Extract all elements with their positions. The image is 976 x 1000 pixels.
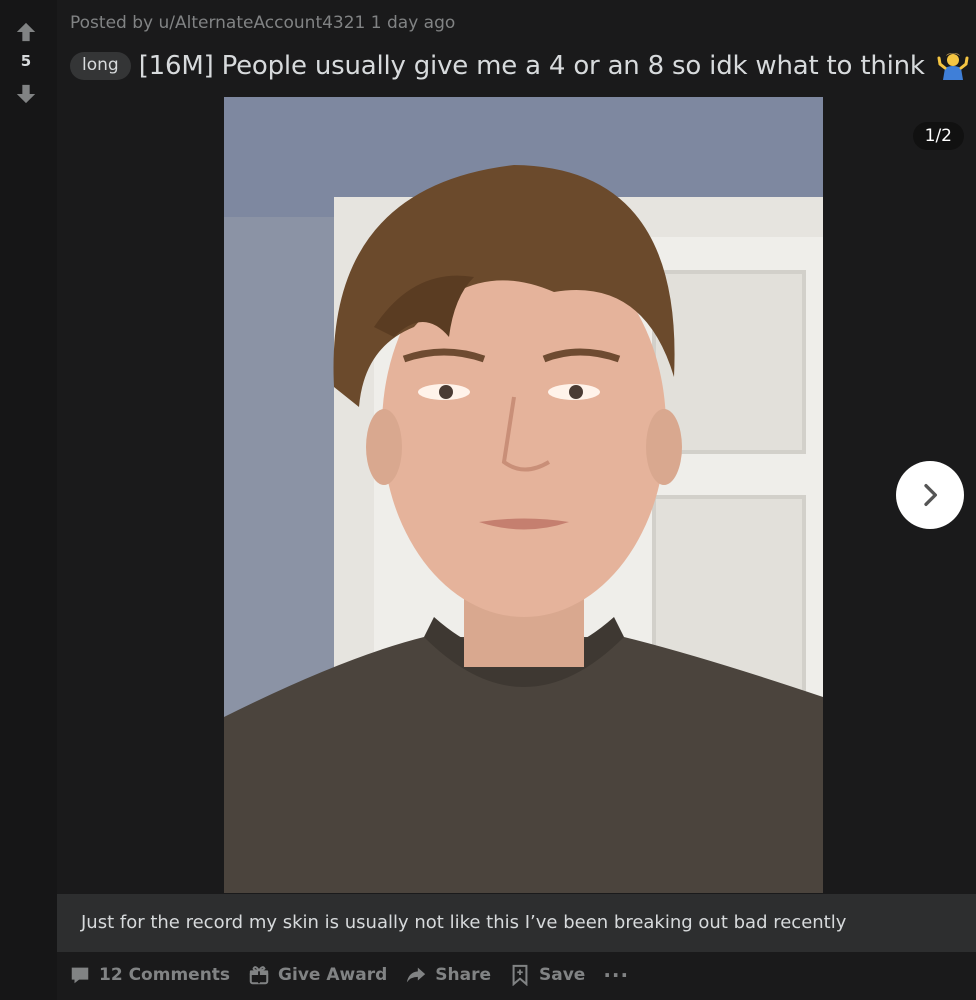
image-caption-bar: Just for the record my skin is usually n…: [57, 894, 976, 952]
comment-icon: [71, 967, 89, 984]
post-title[interactable]: [16M] People usually give me a 4 or an 8…: [139, 51, 925, 81]
downvote-icon[interactable]: [14, 82, 38, 106]
gift-icon: [249, 966, 269, 985]
image-caption: Just for the record my skin is usually n…: [81, 912, 847, 933]
vote-score: 5: [20, 52, 32, 70]
post-flair[interactable]: long: [70, 52, 131, 80]
save-button[interactable]: Save: [509, 964, 585, 986]
next-image-button[interactable]: [896, 461, 964, 529]
person-shrugging-emoji-icon: [937, 50, 969, 82]
give-award-button[interactable]: Give Award: [248, 964, 387, 986]
vote-column: 5: [0, 0, 57, 1000]
upvote-icon[interactable]: [14, 20, 38, 44]
share-icon: [407, 967, 426, 983]
title-row: long [16M] People usually give me a 4 or…: [70, 50, 969, 82]
share-label: Share: [435, 965, 491, 985]
post-meta[interactable]: Posted by u/AlternateAccount4321 1 day a…: [70, 13, 455, 33]
selfie-photo: [224, 97, 823, 893]
post-image[interactable]: [224, 97, 823, 893]
save-label: Save: [538, 965, 586, 985]
comments-label: 12 Comments: [99, 965, 231, 985]
comments-button[interactable]: 12 Comments: [69, 964, 230, 986]
post-actions: 12 Comments Give Award Share Save ···: [69, 963, 629, 987]
post-card: Posted by u/AlternateAccount4321 1 day a…: [57, 0, 976, 1000]
share-button[interactable]: Share: [405, 964, 491, 986]
bookmark-icon: [512, 964, 528, 986]
media-counter: 1/2: [912, 122, 964, 150]
more-options-button[interactable]: ···: [603, 963, 629, 987]
give-award-label: Give Award: [278, 965, 388, 985]
chevron-right-icon: [924, 484, 937, 506]
